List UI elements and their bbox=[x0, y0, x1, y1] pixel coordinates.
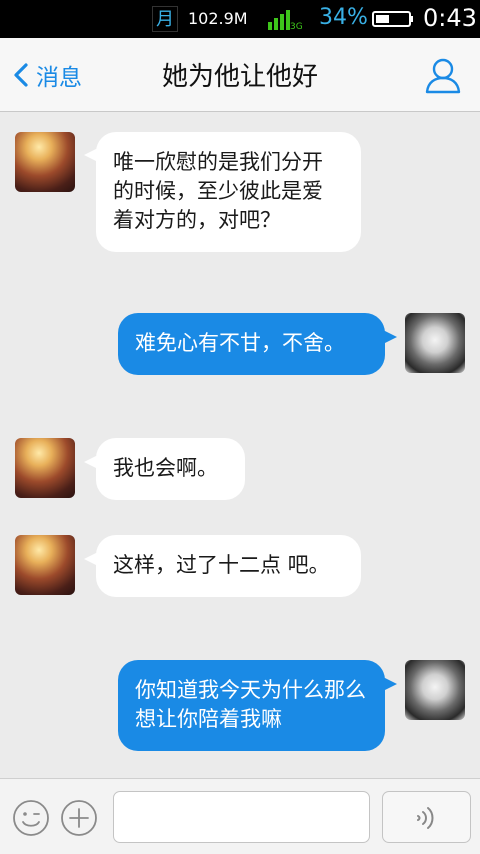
message-input[interactable] bbox=[113, 791, 370, 843]
message-bubble-received[interactable]: 我也会啊。 bbox=[96, 438, 245, 500]
signal-icon: 3G bbox=[268, 10, 303, 30]
nav-bar: 消息 她为他让他好 bbox=[0, 38, 480, 112]
message-list[interactable]: 唯一欣慰的是我们分开的时候，至少彼此是爱着对方的，对吧？ 难免心有不甘，不舍。 … bbox=[0, 112, 480, 778]
clock: 0:43 bbox=[423, 4, 477, 32]
voice-button[interactable] bbox=[382, 791, 471, 843]
bubble-tail bbox=[383, 330, 397, 344]
message-bubble-received[interactable]: 唯一欣慰的是我们分开的时候，至少彼此是爱着对方的，对吧？ bbox=[96, 132, 361, 252]
profile-icon[interactable] bbox=[424, 56, 462, 94]
contact-avatar[interactable] bbox=[15, 438, 75, 498]
voice-icon bbox=[417, 807, 434, 829]
battery-icon bbox=[372, 11, 413, 27]
contact-avatar[interactable] bbox=[15, 535, 75, 595]
bubble-tail bbox=[383, 677, 397, 691]
my-avatar[interactable] bbox=[405, 660, 465, 720]
message-bubble-received[interactable]: 这样，过了十二点 吧。 bbox=[96, 535, 361, 597]
battery-percent: 34% bbox=[319, 5, 368, 30]
network-speed: 102.9M bbox=[188, 9, 248, 28]
network-type-label: 3G bbox=[290, 22, 303, 30]
status-bar: 月 102.9M 3G 34% 0:43 bbox=[0, 0, 480, 38]
page-title: 她为他让他好 bbox=[161, 62, 318, 92]
emoji-icon[interactable] bbox=[12, 799, 50, 837]
my-avatar[interactable] bbox=[405, 313, 465, 373]
contact-avatar[interactable] bbox=[15, 132, 75, 192]
input-bar bbox=[0, 778, 480, 854]
moon-notification-icon: 月 bbox=[152, 6, 178, 32]
plus-icon[interactable] bbox=[60, 799, 98, 837]
message-bubble-sent[interactable]: 你知道我今天为什么那么想让你陪着我嘛 bbox=[118, 660, 385, 751]
message-bubble-sent[interactable]: 难免心有不甘，不舍。 bbox=[118, 313, 385, 375]
